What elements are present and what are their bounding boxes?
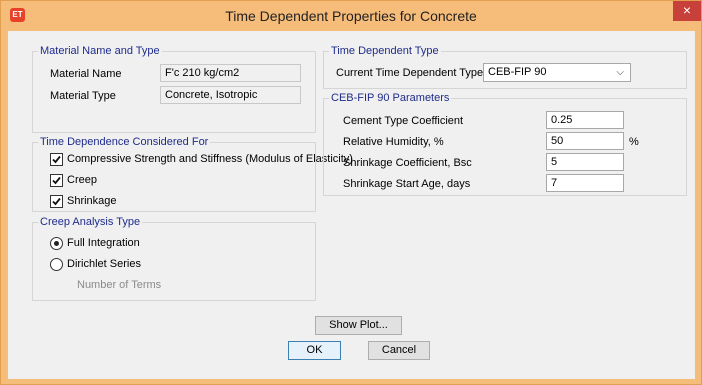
- title-bar[interactable]: Time Dependent Properties for Concrete E…: [1, 1, 701, 31]
- close-button[interactable]: ×: [673, 1, 701, 21]
- material-type-label: Material Type: [50, 90, 116, 102]
- dirichlet-series-radio[interactable]: [50, 258, 63, 271]
- cancel-button[interactable]: Cancel: [368, 341, 430, 360]
- chevron-down-icon: ⌵: [616, 67, 624, 78]
- material-name-field: F'c 210 kg/cm2: [160, 64, 301, 82]
- full-integration-radio[interactable]: [50, 237, 63, 250]
- creep-analysis-group-title: Creep Analysis Type: [38, 215, 143, 229]
- cement-type-input[interactable]: 0.25: [546, 111, 624, 129]
- time-dependence-group: Time Dependence Considered For Compressi…: [32, 135, 353, 212]
- shrinkage-coefficient-label: Shrinkage Coefficient, Bsc: [343, 157, 472, 169]
- ok-button[interactable]: OK: [288, 341, 341, 360]
- material-name-label: Material Name: [50, 68, 122, 80]
- creep-checkbox[interactable]: [50, 174, 63, 187]
- time-dependent-type-group: Time Dependent Type Current Time Depende…: [323, 44, 687, 89]
- time-dependent-type-group-title: Time Dependent Type: [329, 44, 441, 58]
- show-plot-button[interactable]: Show Plot...: [315, 316, 402, 335]
- time-dependent-type-select[interactable]: CEB-FIP 90 ⌵: [483, 63, 631, 82]
- full-integration-label: Full Integration: [67, 237, 140, 249]
- material-group: Material Name and Type Material Name F'c…: [32, 44, 316, 133]
- relative-humidity-unit: %: [629, 136, 639, 148]
- check-icon: [52, 197, 61, 206]
- creep-label: Creep: [67, 174, 97, 186]
- shrinkage-coefficient-input[interactable]: 5: [546, 153, 624, 171]
- etabs-app-icon: ET: [10, 8, 25, 22]
- shrinkage-start-age-label: Shrinkage Start Age, days: [343, 178, 471, 190]
- cement-type-label: Cement Type Coefficient: [343, 115, 464, 127]
- dialog-body: Material Name and Type Material Name F'c…: [8, 31, 695, 379]
- ceb-fip-parameters-group: CEB-FIP 90 Parameters Cement Type Coeffi…: [323, 91, 687, 196]
- radio-selected-dot: [54, 241, 59, 246]
- shrinkage-checkbox[interactable]: [50, 195, 63, 208]
- shrinkage-start-age-input[interactable]: 7: [546, 174, 624, 192]
- compressive-strength-label: Compressive Strength and Stiffness (Modu…: [67, 153, 353, 165]
- dirichlet-series-label: Dirichlet Series: [67, 258, 141, 270]
- check-icon: [52, 155, 61, 164]
- material-group-title: Material Name and Type: [38, 44, 162, 58]
- dialog-window: Time Dependent Properties for Concrete E…: [0, 0, 702, 385]
- relative-humidity-input[interactable]: 50: [546, 132, 624, 150]
- material-type-field: Concrete, Isotropic: [160, 86, 301, 104]
- number-of-terms-label: Number of Terms: [77, 279, 162, 291]
- relative-humidity-label: Relative Humidity, %: [343, 136, 444, 148]
- window-title: Time Dependent Properties for Concrete: [225, 8, 477, 24]
- time-dependence-group-title: Time Dependence Considered For: [38, 135, 211, 149]
- time-dependent-type-value: CEB-FIP 90: [488, 66, 547, 78]
- check-icon: [52, 176, 61, 185]
- shrinkage-label: Shrinkage: [67, 195, 117, 207]
- creep-analysis-group: Creep Analysis Type Full Integration Dir…: [32, 215, 316, 301]
- compressive-strength-checkbox[interactable]: [50, 153, 63, 166]
- ceb-fip-parameters-group-title: CEB-FIP 90 Parameters: [329, 91, 452, 105]
- current-type-label: Current Time Dependent Type: [336, 67, 484, 79]
